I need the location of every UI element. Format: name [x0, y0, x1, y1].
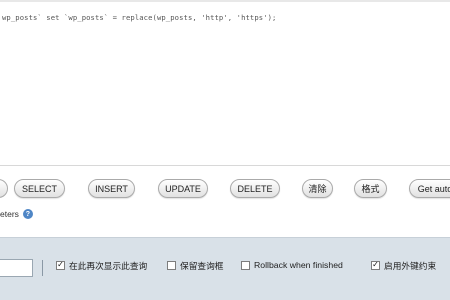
query-options-bar: ✓ 在此再次显示此查询 保留查询框 Rollback when finished…	[0, 237, 450, 300]
help-icon[interactable]: ?	[22, 209, 33, 219]
keep-query-box-option[interactable]: 保留查询框	[167, 257, 223, 273]
rollback-when-finished-option[interactable]: Rollback when finished	[241, 257, 343, 273]
bind-parameters-label: eters	[0, 209, 19, 219]
show-query-again-label: 在此再次显示此查询	[69, 260, 148, 271]
show-query-again-checkbox[interactable]: ✓	[56, 260, 65, 270]
sql-query-text[interactable]: wp_posts` set `wp_posts` = replace(wp_po…	[2, 13, 277, 22]
select-button[interactable]: SELECT	[14, 179, 65, 198]
keep-query-box-label: 保留查询框	[180, 260, 224, 271]
update-button[interactable]: UPDATE	[158, 179, 208, 198]
bind-parameters-row: eters ?	[0, 207, 33, 221]
delete-button[interactable]: DELETE	[230, 179, 280, 198]
sql-query-editor[interactable]: wp_posts` set `wp_posts` = replace(wp_po…	[0, 0, 450, 166]
clear-button[interactable]: 清除	[302, 179, 333, 198]
options-separator	[42, 260, 43, 276]
phpmyadmin-sql-panel: wp_posts` set `wp_posts` = replace(wp_po…	[0, 0, 450, 300]
rollback-when-finished-label: Rollback when finished	[254, 260, 343, 270]
show-query-again-option[interactable]: ✓ 在此再次显示此查询	[56, 257, 147, 273]
rollback-when-finished-checkbox[interactable]	[241, 260, 250, 270]
partial-button[interactable]	[0, 179, 8, 198]
insert-button[interactable]: INSERT	[88, 179, 135, 198]
query-button-strip: SELECT INSERT UPDATE DELETE 清除 格式 Get au…	[0, 172, 450, 206]
keep-query-box-checkbox[interactable]	[167, 260, 176, 270]
delimiter-input[interactable]	[0, 259, 33, 277]
enable-foreign-key-checks-label: 启用外键约束	[384, 260, 437, 271]
enable-foreign-key-checks-checkbox[interactable]: ✓	[371, 260, 380, 270]
editor-top-border	[0, 0, 450, 2]
enable-foreign-key-checks-option[interactable]: ✓ 启用外键约束	[371, 257, 436, 273]
get-auto-saved-query-button[interactable]: Get auto	[409, 179, 450, 198]
format-button[interactable]: 格式	[354, 179, 387, 198]
